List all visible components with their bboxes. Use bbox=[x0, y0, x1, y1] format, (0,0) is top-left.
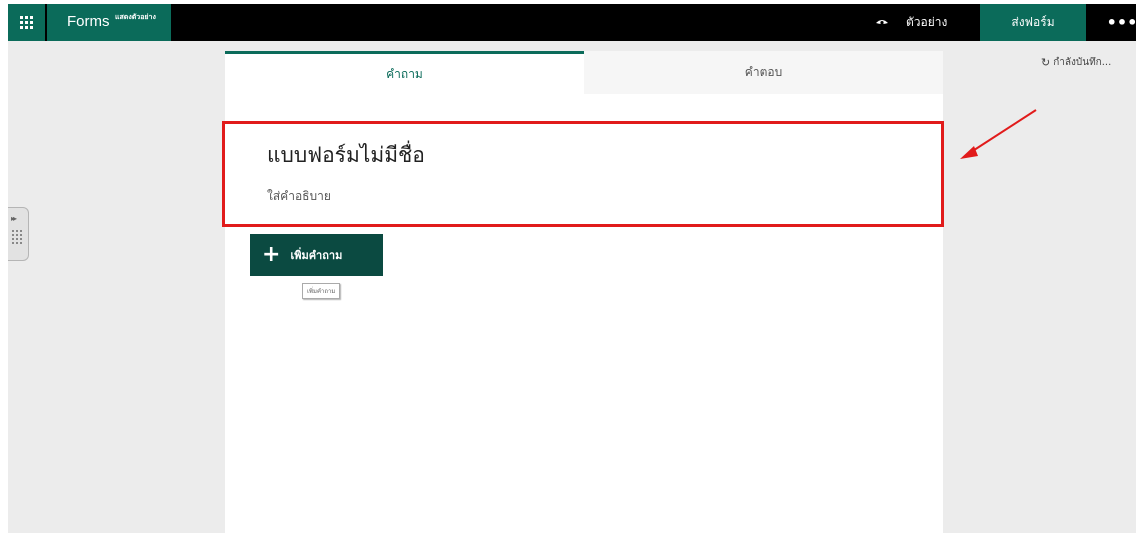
grip-dots-icon bbox=[12, 230, 22, 244]
tab-questions[interactable]: คำถาม bbox=[225, 51, 584, 94]
add-question-button[interactable]: + เพิ่มคำถาม bbox=[250, 234, 383, 276]
app-launcher-button[interactable] bbox=[8, 4, 45, 41]
app-brand[interactable]: Forms แสดงตัวอย่าง bbox=[47, 4, 171, 41]
annotation-highlight-box bbox=[222, 121, 944, 227]
waffle-grid-icon bbox=[20, 16, 33, 29]
add-question-label: เพิ่มคำถาม bbox=[290, 249, 343, 262]
tab-responses[interactable]: คำตอบ bbox=[584, 51, 943, 94]
forms-editor-window: Forms แสดงตัวอย่าง ตัวอย่าง ส่งฟอร์ม •••… bbox=[8, 4, 1136, 533]
saving-label: กำลังบันทึก... bbox=[1053, 57, 1112, 68]
app-subtitle: แสดงตัวอย่าง bbox=[115, 13, 156, 21]
side-panel-toggle[interactable]: ▸▸ bbox=[8, 207, 29, 261]
refresh-icon: ↻ bbox=[1041, 56, 1051, 69]
saving-status: ↻ กำลังบันทึก... bbox=[1041, 55, 1111, 70]
app-name: Forms bbox=[67, 13, 110, 30]
expand-arrows-icon: ▸▸ bbox=[11, 214, 17, 223]
top-bar: Forms แสดงตัวอย่าง ตัวอย่าง ส่งฟอร์ม ••• bbox=[8, 4, 1136, 41]
add-question-tooltip: เพิ่มคำถาม bbox=[302, 283, 341, 299]
send-form-button[interactable]: ส่งฟอร์ม bbox=[980, 4, 1086, 41]
preview-label: ตัวอย่าง bbox=[906, 15, 948, 29]
more-options-button[interactable]: ••• bbox=[1107, 4, 1136, 41]
preview-button[interactable]: ตัวอย่าง bbox=[876, 4, 947, 41]
annotation-arrow-icon bbox=[960, 109, 1037, 159]
plus-icon: + bbox=[262, 242, 281, 267]
eye-icon bbox=[876, 16, 890, 30]
